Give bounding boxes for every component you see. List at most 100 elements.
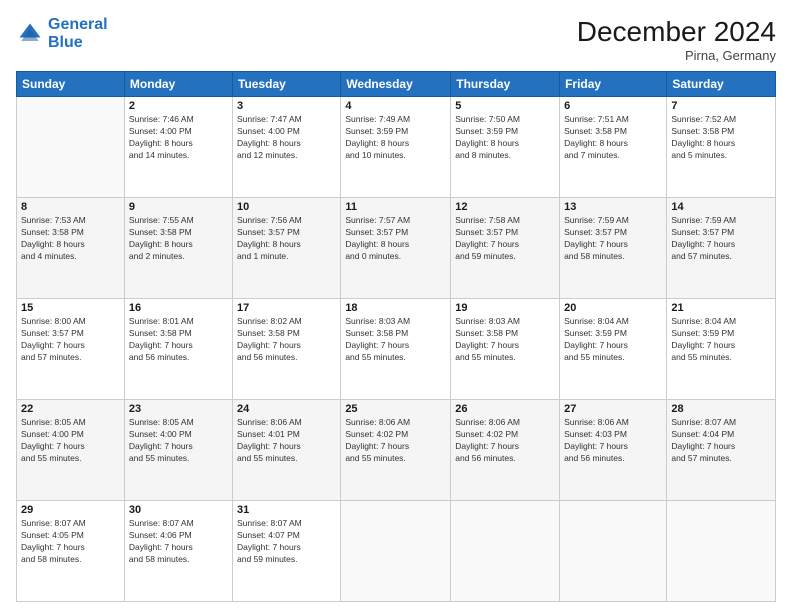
day-number: 30 [129,504,228,516]
table-row: 25Sunrise: 8:06 AMSunset: 4:02 PMDayligh… [341,400,451,501]
table-row: 16 Sunrise: 8:01 AMSunset: 3:58 PMDayligh… [124,299,232,400]
day-info: Sunrise: 8:03 AMSunset: 3:58 PMDaylight:… [345,316,410,362]
table-row: 5 Sunrise: 7:50 AMSunset: 3:59 PMDaylight… [451,97,560,198]
col-tuesday: Tuesday [233,72,341,97]
day-number: 21 [671,302,771,314]
day-number: 6 [564,100,662,112]
table-row [17,97,125,198]
col-saturday: Saturday [667,72,776,97]
day-number: 26 [455,403,555,415]
table-row: 3 Sunrise: 7:47 AMSunset: 4:00 PMDaylight… [233,97,341,198]
day-info: Sunrise: 7:47 AMSunset: 4:00 PMDaylight:… [237,114,302,160]
table-row: 11 Sunrise: 7:57 AMSunset: 3:57 PMDayligh… [341,198,451,299]
location: Pirna, Germany [577,48,776,63]
day-info: Sunrise: 7:59 AMSunset: 3:57 PMDaylight:… [564,215,629,261]
header: GeneralBlue December 2024 Pirna, Germany [16,16,776,63]
table-row: 10 Sunrise: 7:56 AMSunset: 3:57 PMDayligh… [233,198,341,299]
month-year: December 2024 [577,16,776,48]
day-info: Sunrise: 8:01 AMSunset: 3:58 PMDaylight:… [129,316,194,362]
day-number: 24 [237,403,336,415]
day-info: Sunrise: 7:46 AMSunset: 4:00 PMDaylight:… [129,114,194,160]
day-info: Sunrise: 7:59 AMSunset: 3:57 PMDaylight:… [671,215,736,261]
table-row [341,501,451,602]
table-row: 28 Sunrise: 8:07 AMSunset: 4:04 PMDayligh… [667,400,776,501]
day-number: 29 [21,504,120,516]
table-row: 9 Sunrise: 7:55 AMSunset: 3:58 PMDaylight… [124,198,232,299]
day-info: Sunrise: 7:50 AMSunset: 3:59 PMDaylight:… [455,114,520,160]
day-number: 5 [455,100,555,112]
table-row: 21 Sunrise: 8:04 AMSunset: 3:59 PMDayligh… [667,299,776,400]
title-block: December 2024 Pirna, Germany [577,16,776,63]
logo-icon [16,20,44,48]
day-info: Sunrise: 8:05 AMSunset: 4:00 PMDaylight:… [21,417,86,463]
day-number: 8 [21,201,120,213]
day-info: Sunrise: 8:06 AMSunset: 4:02 PMDaylight:… [455,417,520,463]
day-info: Sunrise: 8:03 AMSunset: 3:58 PMDaylight:… [455,316,520,362]
day-info: Sunrise: 7:58 AMSunset: 3:57 PMDaylight:… [455,215,520,261]
table-row [451,501,560,602]
table-row: 31 Sunrise: 8:07 AMSunset: 4:07 PMDayligh… [233,501,341,602]
col-friday: Friday [560,72,667,97]
day-number: 31 [237,504,336,516]
col-thursday: Thursday [451,72,560,97]
logo-text: GeneralBlue [48,16,108,51]
table-row: 19 Sunrise: 8:03 AMSunset: 3:58 PMDayligh… [451,299,560,400]
table-row: 7 Sunrise: 7:52 AMSunset: 3:58 PMDaylight… [667,97,776,198]
table-row: 23Sunrise: 8:05 AMSunset: 4:00 PMDayligh… [124,400,232,501]
day-number: 27 [564,403,662,415]
calendar-page: GeneralBlue December 2024 Pirna, Germany… [0,0,792,612]
day-info: Sunrise: 7:56 AMSunset: 3:57 PMDaylight:… [237,215,302,261]
logo: GeneralBlue [16,16,108,51]
day-info: Sunrise: 7:55 AMSunset: 3:58 PMDaylight:… [129,215,194,261]
day-info: Sunrise: 8:07 AMSunset: 4:07 PMDaylight:… [237,518,302,564]
day-info: Sunrise: 8:04 AMSunset: 3:59 PMDaylight:… [671,316,736,362]
day-number: 11 [345,201,446,213]
day-number: 7 [671,100,771,112]
day-info: Sunrise: 8:06 AMSunset: 4:03 PMDaylight:… [564,417,629,463]
day-info: Sunrise: 8:07 AMSunset: 4:06 PMDaylight:… [129,518,194,564]
day-number: 15 [21,302,120,314]
table-row: 20Sunrise: 8:04 AMSunset: 3:59 PMDayligh… [560,299,667,400]
day-number: 23 [129,403,228,415]
table-row: 15 Sunrise: 8:00 AMSunset: 3:57 PMDayligh… [17,299,125,400]
day-info: Sunrise: 7:49 AMSunset: 3:59 PMDaylight:… [345,114,410,160]
day-number: 20 [564,302,662,314]
table-row: 24Sunrise: 8:06 AMSunset: 4:01 PMDayligh… [233,400,341,501]
table-row: 22Sunrise: 8:05 AMSunset: 4:00 PMDayligh… [17,400,125,501]
day-number: 19 [455,302,555,314]
day-number: 3 [237,100,336,112]
day-number: 14 [671,201,771,213]
day-info: Sunrise: 8:02 AMSunset: 3:58 PMDaylight:… [237,316,302,362]
day-number: 9 [129,201,228,213]
table-row: 8Sunrise: 7:53 AMSunset: 3:58 PMDaylight… [17,198,125,299]
table-row: 2 Sunrise: 7:46 AMSunset: 4:00 PMDaylight… [124,97,232,198]
day-number: 2 [129,100,228,112]
day-number: 17 [237,302,336,314]
table-row [667,501,776,602]
col-wednesday: Wednesday [341,72,451,97]
day-number: 16 [129,302,228,314]
day-info: Sunrise: 8:06 AMSunset: 4:02 PMDaylight:… [345,417,410,463]
day-info: Sunrise: 8:07 AMSunset: 4:05 PMDaylight:… [21,518,86,564]
table-row: 17 Sunrise: 8:02 AMSunset: 3:58 PMDayligh… [233,299,341,400]
day-number: 28 [671,403,771,415]
table-row [560,501,667,602]
day-number: 13 [564,201,662,213]
table-row: 12 Sunrise: 7:58 AMSunset: 3:57 PMDayligh… [451,198,560,299]
day-info: Sunrise: 7:51 AMSunset: 3:58 PMDaylight:… [564,114,629,160]
calendar-table: Sunday Monday Tuesday Wednesday Thursday… [16,71,776,602]
day-info: Sunrise: 7:52 AMSunset: 3:58 PMDaylight:… [671,114,736,160]
day-number: 12 [455,201,555,213]
table-row: 26 Sunrise: 8:06 AMSunset: 4:02 PMDayligh… [451,400,560,501]
table-row: 29 Sunrise: 8:07 AMSunset: 4:05 PMDayligh… [17,501,125,602]
table-row: 13 Sunrise: 7:59 AMSunset: 3:57 PMDayligh… [560,198,667,299]
table-row: 27 Sunrise: 8:06 AMSunset: 4:03 PMDayligh… [560,400,667,501]
day-info: Sunrise: 8:00 AMSunset: 3:57 PMDaylight:… [21,316,86,362]
day-number: 10 [237,201,336,213]
day-info: Sunrise: 7:57 AMSunset: 3:57 PMDaylight:… [345,215,410,261]
day-number: 4 [345,100,446,112]
table-row: 6 Sunrise: 7:51 AMSunset: 3:58 PMDaylight… [560,97,667,198]
col-monday: Monday [124,72,232,97]
table-row: 30 Sunrise: 8:07 AMSunset: 4:06 PMDayligh… [124,501,232,602]
day-info: Sunrise: 8:07 AMSunset: 4:04 PMDaylight:… [671,417,736,463]
